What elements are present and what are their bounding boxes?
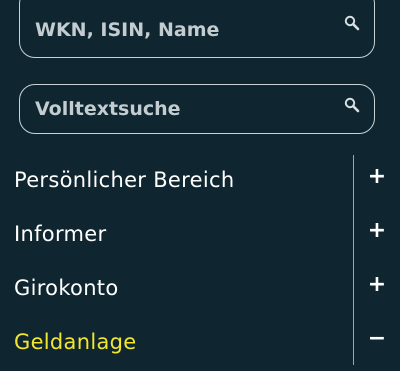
plus-icon: + [367, 164, 387, 189]
expand-toggle[interactable]: + [354, 263, 400, 317]
expand-toggle[interactable]: + [354, 155, 400, 209]
nav-item-label[interactable]: Persönlicher Bereich [14, 168, 234, 192]
nav-item-label[interactable]: Girokonto [14, 276, 118, 300]
plus-icon: + [367, 272, 387, 297]
search-icon[interactable] [344, 97, 360, 113]
plus-icon: + [367, 218, 387, 243]
search-icon[interactable] [344, 15, 360, 31]
expand-toggle[interactable]: + [354, 209, 400, 263]
minus-icon: − [367, 326, 387, 351]
nav-item-girokonto[interactable]: Girokonto + [0, 263, 400, 317]
fulltext-search-field[interactable]: Volltextsuche [19, 84, 375, 134]
main-navigation: Persönlicher Bereich + Informer + Giroko… [0, 155, 400, 371]
nav-item-personal-area[interactable]: Persönlicher Bereich + [0, 155, 400, 209]
wkn-search-placeholder: WKN, ISIN, Name [35, 19, 220, 41]
fulltext-search-placeholder: Volltextsuche [35, 98, 181, 120]
nav-item-informer[interactable]: Informer + [0, 209, 400, 263]
nav-item-label[interactable]: Geldanlage [14, 330, 137, 354]
wkn-isin-search-field[interactable]: WKN, ISIN, Name [19, 0, 375, 58]
nav-item-label[interactable]: Informer [14, 222, 106, 246]
